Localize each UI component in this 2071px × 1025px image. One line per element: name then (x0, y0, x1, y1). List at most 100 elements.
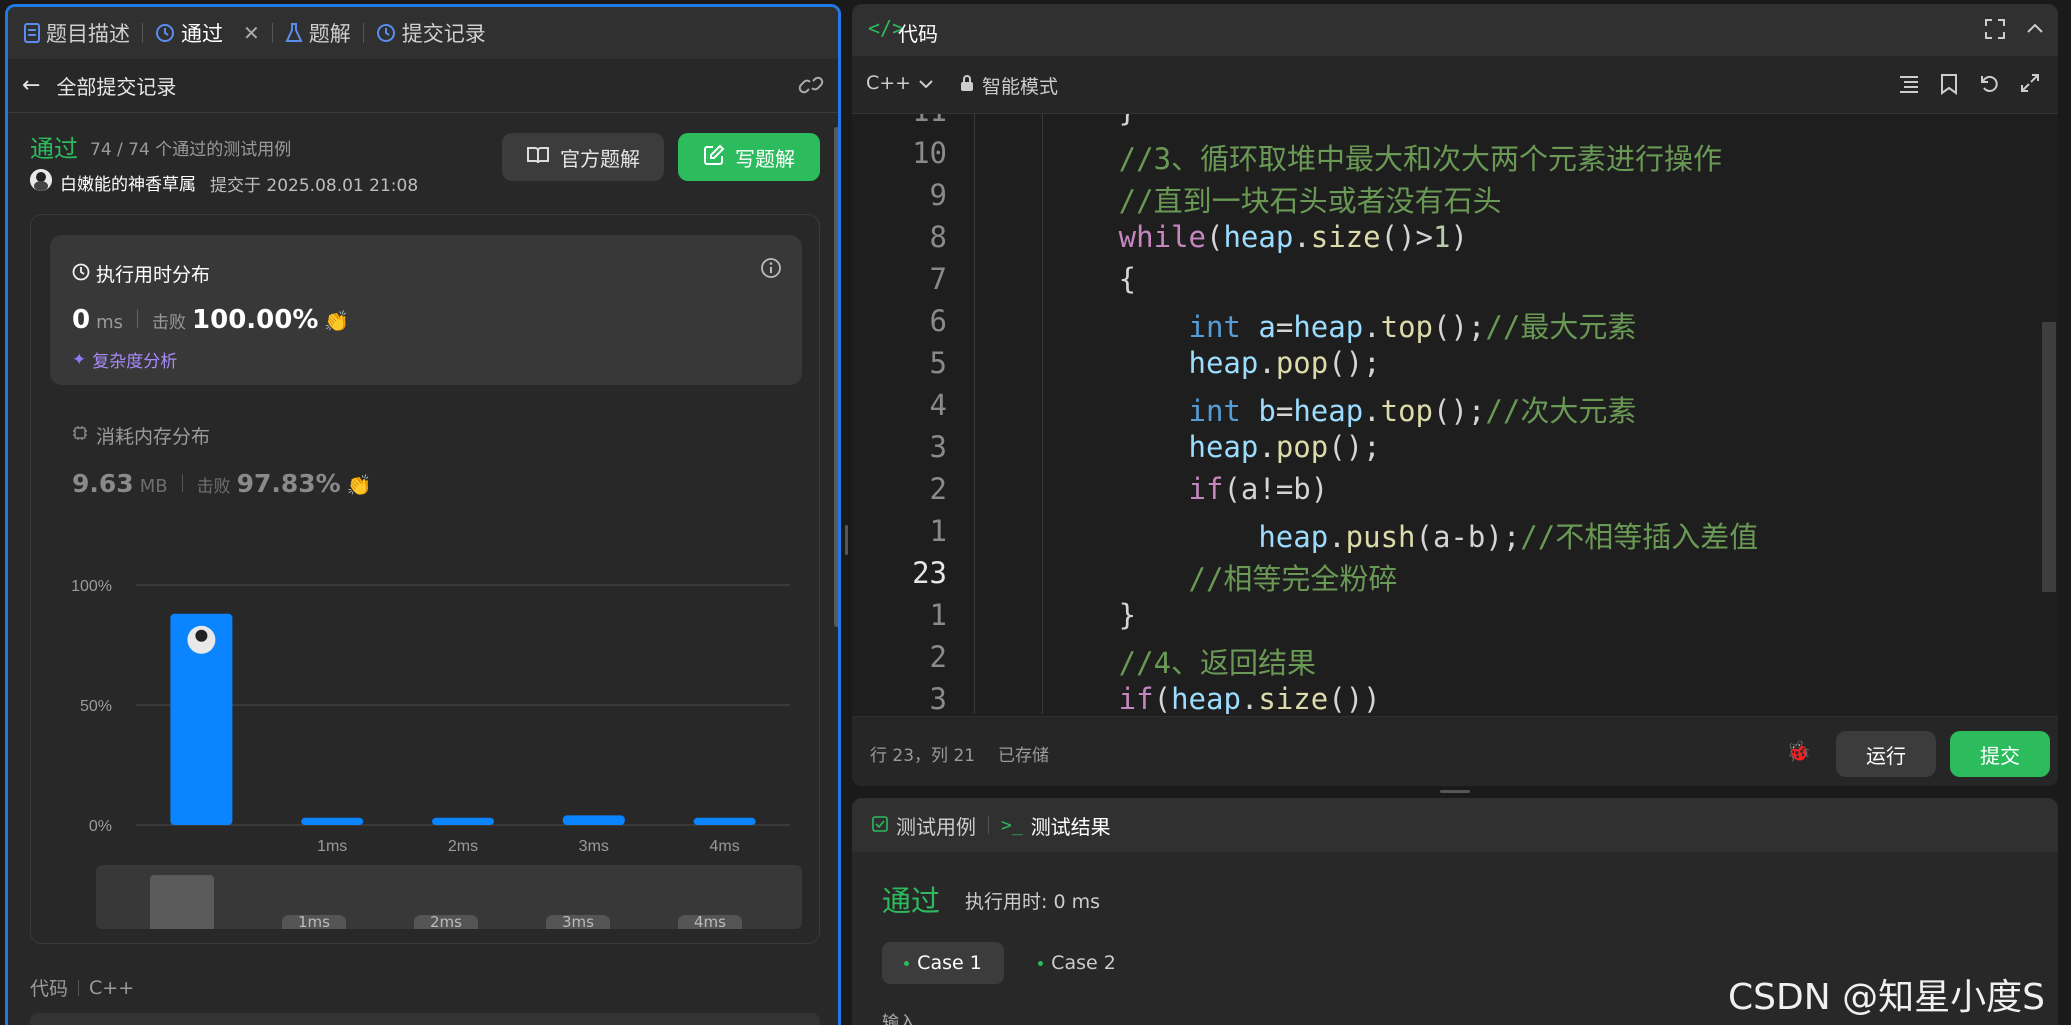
avatar (30, 169, 52, 191)
submit-button[interactable]: 提交 (1950, 731, 2050, 777)
fullscreen-icon[interactable] (1984, 18, 2006, 44)
tab-description[interactable]: 题目描述 (24, 7, 130, 59)
info-icon[interactable] (760, 257, 782, 283)
case-1-tab[interactable]: Case 1 (882, 942, 1004, 984)
code-token: top (1380, 394, 1434, 428)
code-token: . (1328, 520, 1346, 554)
editor-scrollbar[interactable] (2042, 322, 2056, 592)
code-line[interactable]: 3 heap.pop(); (852, 430, 2042, 472)
clock-icon (72, 263, 90, 285)
code-token: heap (1223, 220, 1294, 254)
code-line[interactable]: 1 } (852, 598, 2042, 640)
line-number: 9 (929, 178, 947, 212)
tab-solutions[interactable]: 题解 (285, 7, 351, 59)
line-code: //4、返回结果 (979, 640, 1316, 682)
test-runtime: 执行用时: 0 ms (965, 891, 1100, 913)
input-label: 输入 (882, 1013, 916, 1025)
bar-1ms[interactable] (301, 817, 364, 825)
y-tick-label: 100% (71, 578, 112, 595)
line-number: 2 (929, 640, 947, 674)
code-token: if (979, 682, 1154, 714)
case-2-label: Case 2 (1051, 952, 1116, 974)
collapse-icon[interactable] (2024, 18, 2046, 44)
code-line[interactable]: 6 int a=heap.top();//最大元素 (852, 304, 2042, 346)
tab-divider (142, 23, 143, 43)
code-token: heap (979, 346, 1259, 380)
submitted-time: 提交于 2025.08.01 21:08 (210, 176, 419, 196)
code-line[interactable]: 7 { (852, 262, 2042, 304)
code-line[interactable]: 3 if(heap.size()) (852, 682, 2042, 714)
code-token: size (1310, 220, 1381, 254)
line-number: 5 (929, 346, 947, 380)
code-editor[interactable]: 11 }10 //3、循环取堆中最大和次大两个元素进行操作9 //直到一块石头或… (852, 114, 2042, 714)
code-token: int (979, 394, 1241, 428)
line-code: //3、循环取堆中最大和次大两个元素进行操作 (979, 136, 1722, 178)
runtime-card[interactable]: 执行用时分布 0 ms 击败 100.00% 👏 ✦ 复杂度分析 (50, 235, 802, 385)
back-arrow-icon[interactable]: ← (22, 73, 40, 98)
code-line[interactable]: 9 //直到一块石头或者没有石头 (852, 178, 2042, 220)
tab-testresult[interactable]: >_ 测试结果 (1001, 811, 1111, 840)
complexity-analysis-link[interactable]: ✦ 复杂度分析 (72, 347, 177, 373)
testcase-count: 74 / 74 个通过的测试用例 (90, 140, 292, 160)
reset-icon[interactable] (1978, 73, 2000, 99)
y-tick-label: 50% (80, 698, 112, 715)
tab-passed[interactable]: 通过 ✕ (155, 7, 260, 59)
code-token: heap (1293, 310, 1364, 344)
x-tick-label: 2ms (448, 838, 478, 855)
tab-submissions[interactable]: 提交记录 (376, 7, 486, 59)
link-icon[interactable] (798, 74, 824, 101)
book-icon (526, 145, 550, 170)
username[interactable]: 白嫩能的神香草属 (60, 170, 196, 195)
code-token: //不相等插入差值 (1520, 520, 1759, 554)
code-line[interactable]: 23 //相等完全粉碎 (852, 556, 2042, 598)
tab-divider (988, 816, 989, 834)
scrollbar[interactable] (834, 127, 838, 627)
line-number: 2 (929, 472, 947, 506)
bar-4ms[interactable] (693, 817, 756, 825)
panel-resize-handle[interactable] (845, 525, 848, 555)
clap-icon: 👏 (346, 473, 372, 497)
code-preview (30, 1013, 820, 1025)
code-line[interactable]: 5 heap.pop(); (852, 346, 2042, 388)
code-line[interactable]: 1 heap.push(a-b);//不相等插入差值 (852, 514, 2042, 556)
chart-minimap[interactable]: 1ms 2ms 3ms 4ms (96, 865, 802, 929)
x-tick-label: 1ms (317, 838, 347, 855)
pass-dot-icon (1038, 960, 1044, 966)
bookmark-icon[interactable] (1940, 73, 1958, 99)
write-solution-button[interactable]: 写题解 (678, 133, 820, 181)
smart-mode-toggle[interactable]: 智能模式 (960, 72, 1058, 99)
runtime-value-row: 0 ms 击败 100.00% 👏 (72, 305, 349, 335)
code-token: = (1275, 310, 1294, 344)
code-line[interactable]: 11 } (852, 114, 2042, 136)
format-icon[interactable] (1898, 74, 1920, 98)
line-number: 3 (929, 682, 947, 714)
code-token: . (1363, 310, 1381, 344)
official-solution-label: 官方题解 (560, 146, 640, 171)
code-line[interactable]: 4 int b=heap.top();//次大元素 (852, 388, 2042, 430)
expand-icon[interactable] (2020, 73, 2040, 97)
code-line[interactable]: 10 //3、循环取堆中最大和次大两个元素进行操作 (852, 136, 2042, 178)
official-solution-button[interactable]: 官方题解 (502, 133, 664, 181)
code-token: pop (1275, 430, 1329, 464)
line-number: 3 (929, 430, 947, 464)
runtime-beats: 100.00% (192, 305, 319, 335)
case-2-tab[interactable]: Case 2 (1016, 942, 1138, 984)
bar-2ms[interactable] (432, 817, 494, 825)
language-select[interactable]: C++ (866, 72, 933, 94)
bar-3ms[interactable] (562, 815, 625, 825)
vertical-resize-handle[interactable] (1440, 790, 1470, 793)
debug-icon[interactable]: 🐞 (1786, 739, 1811, 763)
code-line[interactable]: 2 if(a!=b) (852, 472, 2042, 514)
flask-icon (285, 23, 303, 43)
back-link[interactable]: 全部提交记录 (56, 71, 176, 100)
close-icon[interactable]: ✕ (243, 21, 260, 45)
terminal-icon: >_ (1001, 814, 1023, 836)
editor-panel: </> 代码 C++ 智能模式 10 //3、循环取堆中最大和次大两个元素进行操… (852, 4, 2058, 786)
tab-testcases[interactable]: 测试用例 (872, 811, 976, 840)
code-line[interactable]: 8 while(heap.size()>1) (852, 220, 2042, 262)
code-line[interactable]: 2 //4、返回结果 (852, 640, 2042, 682)
code-token: . (1363, 394, 1381, 428)
run-button[interactable]: 运行 (1836, 731, 1936, 777)
minimap-selection[interactable] (150, 875, 214, 929)
